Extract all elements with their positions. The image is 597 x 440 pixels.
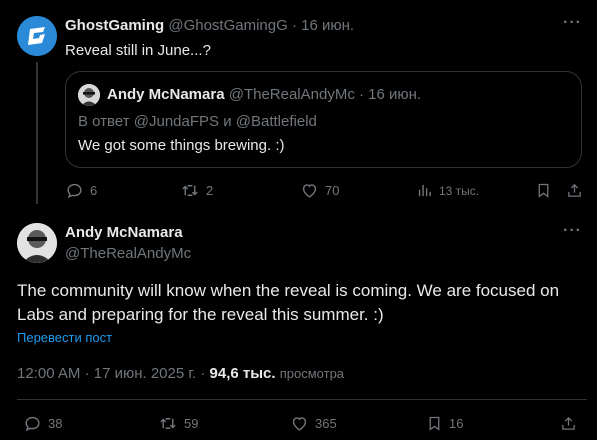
parent-separator: · xyxy=(291,17,297,34)
main-reply-button[interactable]: 38 xyxy=(23,414,62,433)
quote-reply-context: В ответ @JundaFPS и @Battlefield xyxy=(78,113,317,130)
views-icon xyxy=(418,184,431,197)
main-retweet-button[interactable]: 59 xyxy=(158,414,198,433)
tweet-metadata: 12:00 AM · 17 июн. 2025 г. · 94,6 тыс. п… xyxy=(17,365,344,382)
bookmark-icon xyxy=(538,183,549,198)
quote-text: We got some things brewing. :) xyxy=(78,137,285,154)
quote-author-handle: @TheRealAndyMc xyxy=(228,86,355,103)
parent-retweet-button[interactable]: 2 xyxy=(180,181,213,200)
main-tweet-text: The community will know when the reveal … xyxy=(17,281,560,324)
parent-retweet-count: 2 xyxy=(206,183,214,198)
reply-user-1: @JundaFPS xyxy=(133,113,220,130)
main-author-avatar[interactable] xyxy=(17,223,57,263)
translate-post-link[interactable]: Перевести пост xyxy=(17,330,112,345)
quote-author-avatar xyxy=(78,84,100,106)
quote-author-name: Andy McNamara xyxy=(107,86,225,103)
main-retweet-count: 59 xyxy=(184,416,199,431)
reply-user-2: @Battlefield xyxy=(235,113,317,130)
parent-tweet-text: Reveal still in June...? xyxy=(65,42,211,59)
parent-tweet-header: GhostGaming @GhostGamingG · 16 июн. xyxy=(65,17,354,34)
main-reply-count: 38 xyxy=(48,416,63,431)
meta-separator-1: · xyxy=(84,365,90,382)
andy-avatar-icon xyxy=(78,84,100,106)
retweet-icon xyxy=(182,185,198,196)
main-bookmark-button[interactable]: 16 xyxy=(426,414,463,433)
reply-prefix: В ответ xyxy=(78,113,130,130)
views-count: 94,6 тыс. xyxy=(209,365,276,382)
ghostgaming-avatar[interactable] xyxy=(17,16,57,56)
actions-divider xyxy=(17,399,587,400)
reply-icon xyxy=(67,183,82,199)
parent-author-name[interactable]: GhostGaming xyxy=(65,17,164,34)
parent-like-count: 70 xyxy=(325,183,340,198)
parent-views-button[interactable]: 13 тыс. xyxy=(416,181,479,200)
quoted-tweet-card[interactable]: Andy McNamara @TheRealAndyMc · 16 июн. В… xyxy=(65,71,582,168)
reply-and: и xyxy=(223,113,232,130)
parent-more-button[interactable]: ··· xyxy=(563,14,582,32)
tweet-date[interactable]: 17 июн. 2025 г. xyxy=(94,365,196,382)
meta-separator-2: · xyxy=(200,365,206,382)
share-icon xyxy=(562,416,575,430)
parent-reply-count: 6 xyxy=(90,183,98,198)
heart-icon xyxy=(292,417,307,431)
parent-reply-button[interactable]: 6 xyxy=(65,181,97,200)
bookmark-icon xyxy=(429,416,440,431)
parent-views-count: 13 тыс. xyxy=(439,183,480,198)
main-share-button[interactable] xyxy=(560,414,577,433)
retweet-icon xyxy=(160,418,176,429)
heart-icon xyxy=(302,184,317,198)
parent-author-handle[interactable]: @GhostGamingG xyxy=(168,17,287,34)
views-label: просмотра xyxy=(279,366,345,381)
share-icon xyxy=(568,183,581,197)
main-more-button[interactable]: ··· xyxy=(563,222,582,240)
main-like-button[interactable]: 365 xyxy=(290,414,337,433)
parent-share-button[interactable] xyxy=(566,181,583,200)
tweet-time[interactable]: 12:00 AM xyxy=(17,365,80,382)
parent-like-button[interactable]: 70 xyxy=(300,181,339,200)
quote-separator: · xyxy=(359,86,364,103)
parent-date[interactable]: 16 июн. xyxy=(301,17,354,34)
quote-header: Andy McNamara @TheRealAndyMc · 16 июн. xyxy=(107,86,421,103)
andy-avatar-icon xyxy=(17,223,57,263)
main-author-name[interactable]: Andy McNamara xyxy=(65,224,183,241)
main-author-handle[interactable]: @TheRealAndyMc xyxy=(65,245,191,262)
main-like-count: 365 xyxy=(315,416,337,431)
main-bookmark-count: 16 xyxy=(449,416,464,431)
reply-icon xyxy=(25,416,40,432)
parent-bookmark-button[interactable] xyxy=(535,181,552,200)
quote-date: 16 июн. xyxy=(368,86,422,103)
thread-connector-line xyxy=(36,62,38,204)
ghostgaming-logo-icon xyxy=(17,16,57,56)
